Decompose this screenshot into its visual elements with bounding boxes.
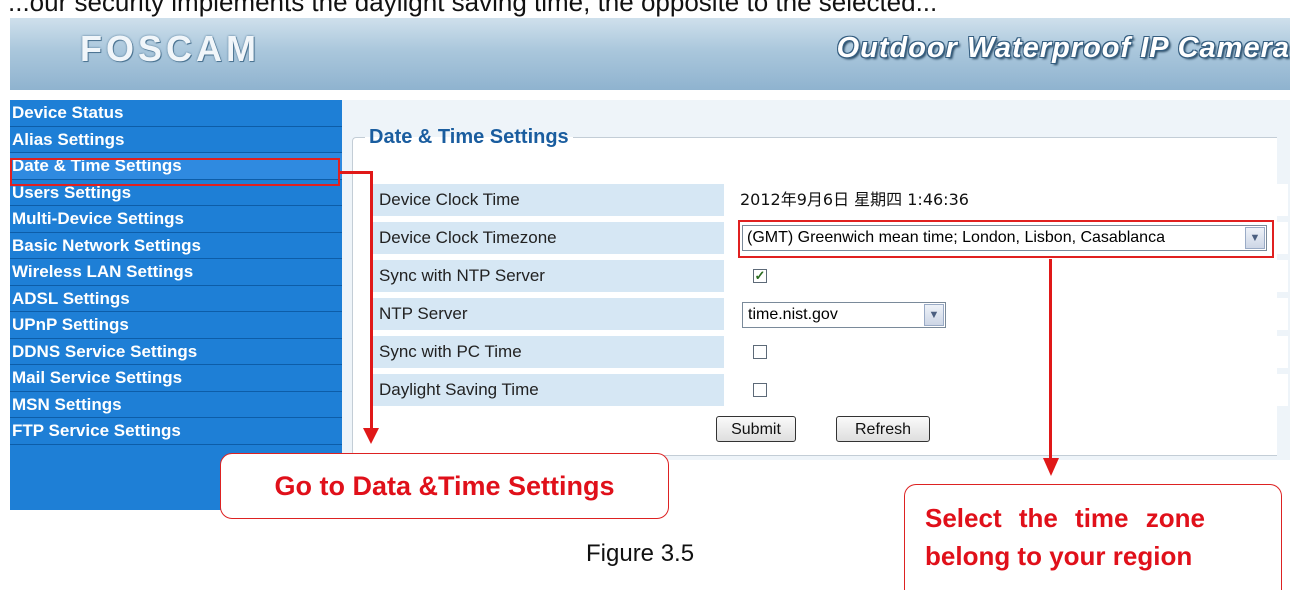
- row-ntp-server: NTP Server time.nist.gov ▼: [372, 298, 1288, 330]
- figure-caption: Figure 3.5: [586, 540, 695, 567]
- arrow-down-icon: [363, 428, 379, 444]
- sidebar-item-adsl-settings[interactable]: ADSL Settings: [10, 286, 342, 312]
- row-device-clock-time: Device Clock Time 2012年9月6日 星期四 1:46:36: [372, 184, 1288, 216]
- timezone-highlight-box: [738, 220, 1274, 258]
- sidebar-item-alias-settings[interactable]: Alias Settings: [10, 127, 342, 153]
- panel-title: Date & Time Settings: [369, 126, 569, 148]
- right-annotation-note: Select the time zone belong to your regi…: [904, 484, 1282, 590]
- sidebar-item-ftp-service-settings[interactable]: FTP Service Settings: [10, 418, 342, 445]
- foscam-logo: FOSCAM: [80, 28, 260, 69]
- row-daylight-saving: Daylight Saving Time: [372, 374, 1288, 406]
- arrow-shaft: [1049, 259, 1052, 462]
- left-annotation-note: Go to Data &Time Settings: [220, 453, 669, 519]
- row-sync-pc-time: Sync with PC Time: [372, 336, 1288, 368]
- clock-time-value-cell: 2012年9月6日 星期四 1:46:36: [724, 184, 1288, 216]
- ntp-sync-value-cell: [724, 260, 1288, 292]
- submit-button[interactable]: Submit: [716, 416, 796, 442]
- sidebar-item-basic-network-settings[interactable]: Basic Network Settings: [10, 233, 342, 259]
- arrow-connector: [340, 171, 372, 174]
- sidebar-item-upnp-settings[interactable]: UPnP Settings: [10, 312, 342, 339]
- clipped-document-text: ...our security implements the daylight …: [0, 0, 1290, 18]
- chevron-down-icon[interactable]: ▼: [924, 304, 944, 326]
- ntp-server-selected-value: time.nist.gov: [748, 306, 838, 323]
- left-note-text: Go to Data &Time Settings: [274, 471, 615, 501]
- camera-header-banner: FOSCAM Outdoor Waterproof IP Camera: [10, 18, 1290, 90]
- clock-time-label: Device Clock Time: [372, 184, 724, 216]
- sidebar-item-multi-device-settings[interactable]: Multi-Device Settings: [10, 206, 342, 233]
- dst-label: Daylight Saving Time: [372, 374, 724, 406]
- row-sync-ntp: Sync with NTP Server ✓: [372, 260, 1288, 292]
- dst-value-cell: [724, 374, 1288, 406]
- timezone-label: Device Clock Timezone: [372, 222, 724, 254]
- dst-checkbox[interactable]: [753, 383, 767, 397]
- ntp-sync-label: Sync with NTP Server: [372, 260, 724, 292]
- main-content: Date & Time Settings Device Clock Time 2…: [342, 100, 1290, 460]
- right-note-line-1: Select the time zone: [925, 503, 1205, 533]
- checkmark-icon: ✓: [754, 268, 766, 283]
- sidebar-item-ddns-service-settings[interactable]: DDNS Service Settings: [10, 339, 342, 365]
- refresh-button[interactable]: Refresh: [836, 416, 930, 442]
- arrow-shaft: [370, 171, 373, 431]
- ntp-sync-checkbox[interactable]: ✓: [753, 269, 767, 283]
- active-item-highlight: [10, 158, 340, 186]
- sidebar-item-device-status[interactable]: Device Status: [10, 100, 342, 127]
- clock-time-value: 2012年9月6日 星期四 1:46:36: [740, 190, 969, 209]
- pc-sync-value-cell: [724, 336, 1288, 368]
- pc-sync-label: Sync with PC Time: [372, 336, 724, 368]
- sidebar-item-wireless-lan-settings[interactable]: Wireless LAN Settings: [10, 259, 342, 286]
- product-title: Outdoor Waterproof IP Camera: [836, 32, 1290, 64]
- ntp-server-select[interactable]: time.nist.gov ▼: [742, 302, 946, 328]
- sidebar-item-msn-settings[interactable]: MSN Settings: [10, 392, 342, 418]
- right-note-line-2: belong to your region: [925, 541, 1193, 571]
- pc-sync-checkbox[interactable]: [753, 345, 767, 359]
- ntp-server-label: NTP Server: [372, 298, 724, 330]
- clipped-text: ...our security implements the daylight …: [8, 0, 938, 17]
- sidebar-item-mail-service-settings[interactable]: Mail Service Settings: [10, 365, 342, 392]
- arrow-down-icon: [1043, 458, 1059, 476]
